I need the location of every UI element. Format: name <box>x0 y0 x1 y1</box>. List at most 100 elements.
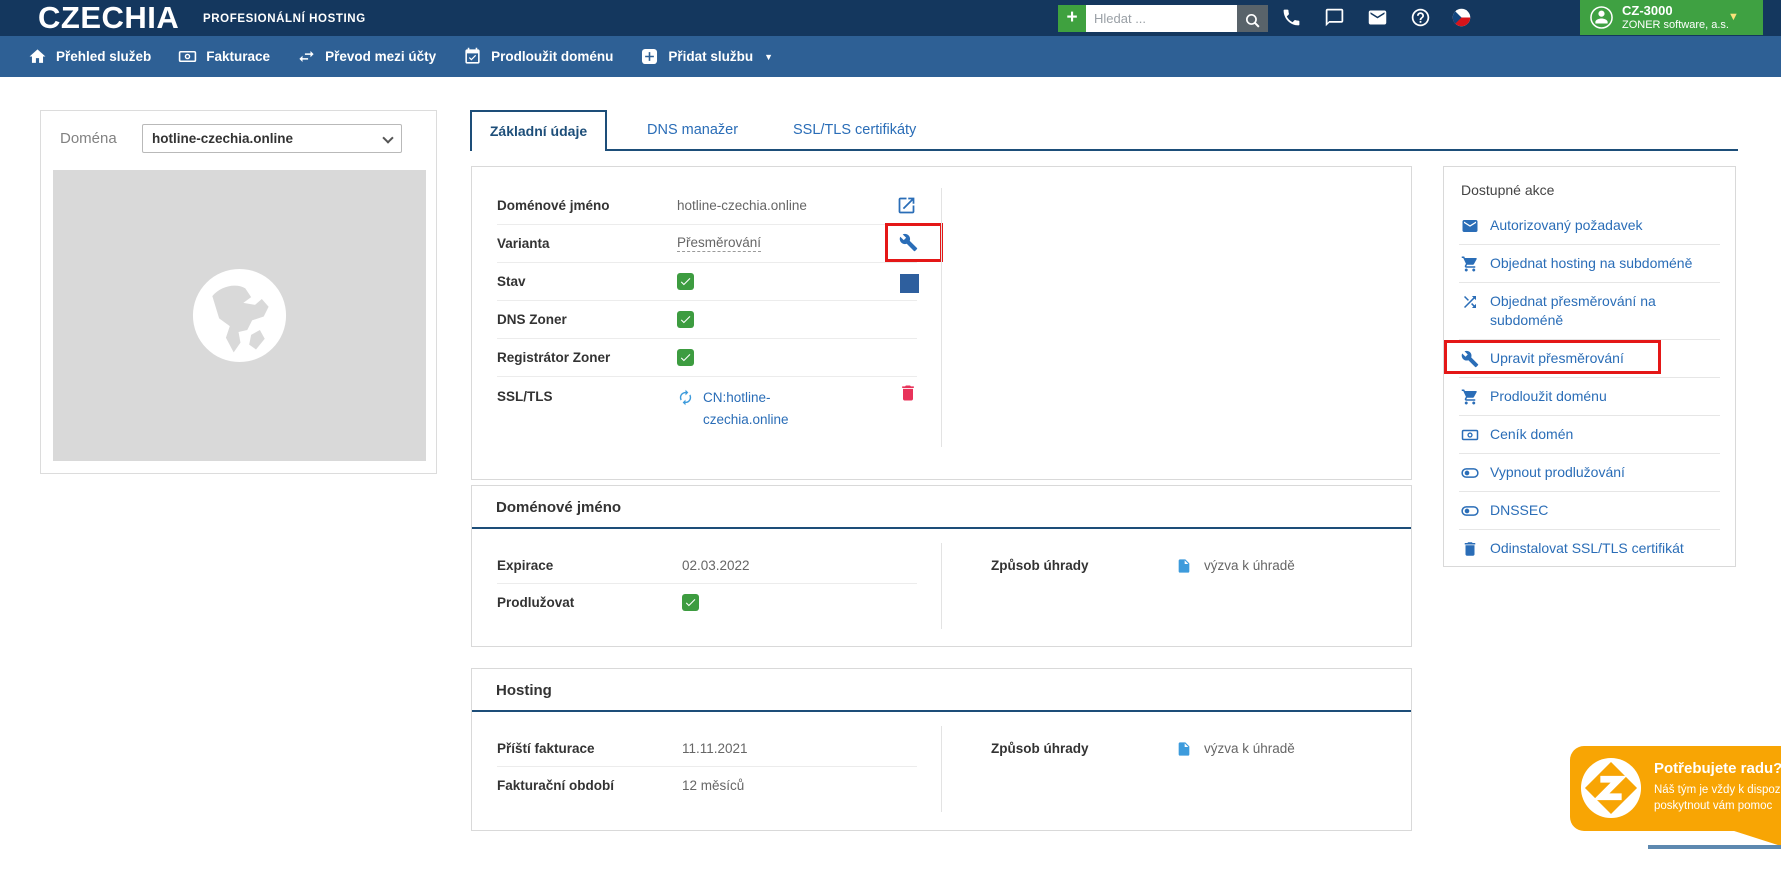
row-label: Příští fakturace <box>497 741 682 756</box>
calendar-check-icon <box>463 47 482 66</box>
nav-item-pridat-sluzbu[interactable]: Přidat službu ▼ <box>640 47 773 66</box>
available-actions-panel: Dostupné akce Autorizovaný požadavek Obj… <box>1443 166 1736 567</box>
domain-preview-placeholder <box>53 170 426 461</box>
domain-select[interactable]: hotline-czechia.online <box>142 124 402 153</box>
tab-underline <box>607 149 1738 151</box>
chevron-down-icon: ▼ <box>1728 11 1739 23</box>
action-label: Ceník domén <box>1490 425 1573 444</box>
trash-icon <box>1461 540 1479 558</box>
chevron-down-icon: ▼ <box>764 52 773 62</box>
card-divider <box>941 188 942 447</box>
globe-icon <box>191 267 288 364</box>
help-chat-widget[interactable]: Potřebujete radu? Náš tým je vždy k disp… <box>1570 746 1781 831</box>
wrench-icon[interactable] <box>899 233 918 252</box>
section-title: Doménové jméno <box>472 486 1411 529</box>
row-label: Prodlužovat <box>497 595 682 610</box>
mail-icon <box>1461 217 1479 235</box>
row-label: Expirace <box>497 558 682 573</box>
row-pristi-fakturace: Příští fakturace 11.11.2021 <box>497 730 917 767</box>
tab-zakladni-udaje[interactable]: Základní údaje <box>470 110 607 151</box>
row-label: Varianta <box>497 236 677 251</box>
row-domenove-jmeno: Doménové jméno hotline-czechia.online <box>497 187 917 225</box>
app-tagline: PROFESIONÁLNÍ HOSTING <box>203 13 366 25</box>
action-upravit-presmerovani[interactable]: Upravit přesměrování <box>1459 340 1720 378</box>
row-varianta: Varianta Přesměrování <box>497 225 917 263</box>
row-value: výzva k úhradě <box>1204 741 1295 756</box>
chat-widget-title: Potřebujete radu? <box>1654 760 1781 777</box>
phone-icon[interactable] <box>1281 7 1302 28</box>
chat-widget-line1: Náš tým je vždy k dispozici <box>1654 784 1781 796</box>
row-value: výzva k úhradě <box>1204 558 1295 573</box>
tab-dns-manazer[interactable]: DNS manažer <box>647 110 738 150</box>
checked-checkbox-icon[interactable] <box>677 273 694 290</box>
checked-checkbox-icon[interactable] <box>677 349 694 366</box>
search-input[interactable] <box>1086 5 1237 32</box>
banknote-icon <box>178 47 197 66</box>
nav-item-prodlouzit-domenu[interactable]: Prodloužit doménu <box>463 47 613 66</box>
row-label: SSL/TLS <box>497 387 677 404</box>
row-value: 02.03.2022 <box>682 558 750 573</box>
row-label: Způsob úhrady <box>991 741 1176 756</box>
wrench-icon <box>1461 350 1479 368</box>
chat-widget-logo-icon <box>1580 757 1642 819</box>
cart-icon <box>1461 388 1479 406</box>
row-label: Fakturační období <box>497 778 682 793</box>
card-divider <box>941 726 942 812</box>
nav-label: Přidat službu <box>668 49 753 64</box>
action-objednat-hosting[interactable]: Objednat hosting na subdoméně <box>1459 245 1720 283</box>
row-zpusob-uhrady: Způsob úhrady výzva k úhradě <box>991 547 1372 584</box>
row-expirace: Expirace 02.03.2022 <box>497 547 917 584</box>
czech-flag-icon[interactable] <box>1451 7 1472 28</box>
action-odinstalovat-ssl[interactable]: Odinstalovat SSL/TLS certifikát <box>1459 530 1720 567</box>
row-fakturacni-obdobi: Fakturační období 12 měsíců <box>497 767 917 804</box>
checked-checkbox-icon[interactable] <box>677 311 694 328</box>
nav-item-prehled-sluzeb[interactable]: Přehled služeb <box>28 47 151 66</box>
card-divider <box>941 543 942 629</box>
section-title: Hosting <box>472 669 1411 712</box>
add-button[interactable]: + <box>1058 5 1086 32</box>
action-autorizovany-pozadavek[interactable]: Autorizovaný požadavek <box>1459 207 1720 245</box>
nav-item-fakturace[interactable]: Fakturace <box>178 47 270 66</box>
tab-ssl-tls-certifikaty[interactable]: SSL/TLS certifikáty <box>793 110 916 150</box>
ssl-certificate-link[interactable]: CN:hotline-czechia.online <box>703 387 821 431</box>
row-value: Přesměrování <box>677 235 761 252</box>
section-left-column: Příští fakturace 11.11.2021 Fakturační o… <box>472 730 941 804</box>
help-icon[interactable] <box>1410 7 1431 28</box>
action-vypnout-prodluzovani[interactable]: Vypnout prodlužování <box>1459 454 1720 492</box>
action-label: Odinstalovat SSL/TLS certifikát <box>1490 539 1684 558</box>
account-id: CZ-3000 <box>1622 3 1673 18</box>
action-objednat-presmerovani[interactable]: Objednat přesměrování na subdoméně <box>1459 283 1720 340</box>
action-dnssec[interactable]: DNSSEC <box>1459 492 1720 530</box>
row-zpusob-uhrady: Způsob úhrady výzva k úhradě <box>991 730 1372 767</box>
checked-checkbox-icon[interactable] <box>682 594 699 611</box>
row-ssl-tls: SSL/TLS CN:hotline-czechia.online <box>497 377 917 463</box>
row-label: DNS Zoner <box>497 312 677 327</box>
nav-item-prevod-mezi-ucty[interactable]: Převod mezi účty <box>297 47 436 66</box>
document-icon <box>1176 558 1192 574</box>
trash-icon[interactable] <box>898 383 918 403</box>
chat-widget-tail <box>1731 830 1781 846</box>
domain-name-section: Doménové jméno Expirace 02.03.2022 Prodl… <box>471 485 1412 647</box>
check-icon <box>679 275 692 288</box>
transfer-icon <box>297 47 316 66</box>
search-button[interactable] <box>1237 5 1268 32</box>
row-value: hotline-czechia.online <box>677 198 807 213</box>
check-icon <box>679 351 692 364</box>
status-square-icon[interactable] <box>900 274 919 293</box>
chat-widget-line2: poskytnout vám pomoc <box>1654 800 1772 812</box>
row-value: 11.11.2021 <box>682 741 748 756</box>
toggle-icon <box>1461 502 1479 520</box>
external-link-icon[interactable] <box>896 195 917 216</box>
toggle-icon <box>1461 464 1479 482</box>
actions-panel-title: Dostupné akce <box>1459 167 1720 207</box>
row-dns-zoner: DNS Zoner <box>497 301 917 339</box>
account-menu[interactable]: CZ-3000 ZONER software, a.s. ▼ <box>1580 0 1763 35</box>
mail-icon[interactable] <box>1367 7 1388 28</box>
chat-icon[interactable] <box>1324 7 1345 28</box>
row-prodluzovat: Prodlužovat <box>497 584 917 621</box>
action-label: Objednat přesměrování na subdoméně <box>1490 292 1718 330</box>
row-registrator-zoner: Registrátor Zoner <box>497 339 917 377</box>
domain-label: Doména <box>60 130 117 147</box>
action-prodlouzit-domenu[interactable]: Prodloužit doménu <box>1459 378 1720 416</box>
action-cenik-domen[interactable]: Ceník domén <box>1459 416 1720 454</box>
